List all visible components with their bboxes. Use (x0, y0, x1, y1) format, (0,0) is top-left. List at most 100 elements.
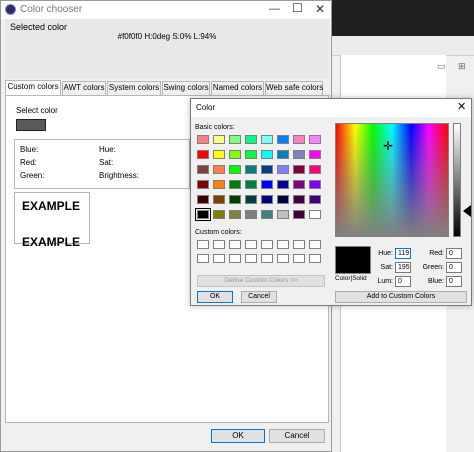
basic-color-swatch[interactable] (245, 195, 257, 204)
close-icon[interactable]: ✕ (315, 2, 325, 16)
basic-color-swatch[interactable] (213, 180, 225, 189)
basic-color-swatch[interactable] (293, 135, 305, 144)
tab-system-colors[interactable]: System colors (107, 81, 161, 95)
luminosity-slider[interactable] (453, 123, 461, 237)
minimize-view-icon[interactable]: ▭ (437, 61, 446, 72)
basic-color-swatch[interactable] (277, 150, 289, 159)
basic-color-swatch[interactable] (197, 180, 209, 189)
basic-color-swatch[interactable] (213, 210, 225, 219)
basic-color-swatch[interactable] (309, 135, 321, 144)
basic-color-swatch[interactable] (197, 195, 209, 204)
basic-color-swatch[interactable] (197, 150, 209, 159)
dialog-cancel-button[interactable]: Cancel (241, 291, 277, 303)
custom-color-swatch[interactable] (229, 254, 241, 263)
custom-color-swatch[interactable] (293, 254, 305, 263)
tab-web-safe-colors[interactable]: Web safe colors (265, 81, 323, 95)
green-input[interactable]: 0 (446, 262, 462, 273)
ok-button[interactable]: OK (211, 429, 265, 443)
select-color-button[interactable] (16, 119, 46, 131)
basic-color-swatch[interactable] (261, 135, 273, 144)
crosshair-icon[interactable]: ✛ (383, 140, 393, 152)
minimize-icon[interactable]: — (269, 3, 280, 15)
basic-color-swatch[interactable] (261, 180, 273, 189)
basic-color-swatch[interactable] (293, 180, 305, 189)
custom-color-swatch[interactable] (277, 240, 289, 249)
custom-color-swatch[interactable] (245, 254, 257, 263)
sat-input[interactable]: 195 (395, 262, 411, 273)
sat-field-label: Sat: (380, 264, 393, 271)
tab-awt-colors[interactable]: AWT colors (62, 81, 106, 95)
luminosity-arrow-icon[interactable] (463, 205, 471, 217)
custom-color-swatch[interactable] (277, 254, 289, 263)
selected-color-value: #f0f0f0 H:0deg S:0% L:94% (117, 32, 217, 41)
custom-color-swatch[interactable] (213, 240, 225, 249)
custom-color-swatch[interactable] (245, 240, 257, 249)
basic-color-swatch[interactable] (277, 195, 289, 204)
tab-swing-colors[interactable]: Swing colors (162, 81, 210, 95)
custom-color-swatch[interactable] (229, 240, 241, 249)
basic-color-swatch[interactable] (229, 210, 241, 219)
custom-color-swatch[interactable] (293, 240, 305, 249)
basic-color-swatch[interactable] (245, 180, 257, 189)
custom-color-swatch[interactable] (197, 240, 209, 249)
close-icon[interactable]: ✕ (457, 100, 466, 113)
custom-color-swatch[interactable] (261, 254, 273, 263)
blue-field-label: Blue: (428, 278, 444, 285)
basic-color-swatch[interactable] (277, 165, 289, 174)
basic-color-swatch[interactable] (293, 195, 305, 204)
basic-color-swatch[interactable] (277, 210, 289, 219)
basic-color-swatch[interactable] (229, 165, 241, 174)
basic-color-swatch[interactable] (213, 135, 225, 144)
tab-custom-colors[interactable]: Custom colors (5, 80, 61, 96)
basic-color-swatch[interactable] (293, 150, 305, 159)
basic-color-swatch[interactable] (293, 210, 305, 219)
basic-color-swatch[interactable] (197, 165, 209, 174)
maximize-icon[interactable]: ☐ (292, 1, 303, 15)
basic-color-swatch[interactable] (197, 135, 209, 144)
basic-color-swatch[interactable] (309, 195, 321, 204)
basic-color-swatch[interactable] (293, 165, 305, 174)
red-input[interactable]: 0 (446, 248, 462, 259)
dialog-ok-button[interactable]: OK (197, 291, 233, 303)
custom-color-swatch[interactable] (309, 240, 321, 249)
basic-color-swatch[interactable] (229, 180, 241, 189)
lum-field-label: Lum: (377, 278, 393, 285)
blue-input[interactable]: 0 (446, 276, 462, 287)
basic-color-swatch[interactable] (309, 150, 321, 159)
example-text-1: EXAMPLE (22, 199, 81, 213)
basic-color-swatch[interactable] (309, 180, 321, 189)
basic-color-swatch[interactable] (261, 150, 273, 159)
basic-color-swatch[interactable] (213, 165, 225, 174)
basic-color-swatch[interactable] (245, 150, 257, 159)
basic-color-swatch[interactable] (277, 135, 289, 144)
chooser-title: Color chooser (20, 4, 83, 15)
basic-color-swatch[interactable] (277, 180, 289, 189)
basic-color-swatch[interactable] (229, 135, 241, 144)
basic-color-swatch[interactable] (229, 150, 241, 159)
custom-color-swatch[interactable] (197, 254, 209, 263)
basic-color-swatch[interactable] (245, 165, 257, 174)
basic-color-swatch[interactable] (213, 195, 225, 204)
hue-input[interactable]: 119 (395, 248, 411, 259)
basic-color-swatch[interactable] (213, 150, 225, 159)
basic-color-swatch[interactable] (309, 210, 321, 219)
custom-color-swatch[interactable] (261, 240, 273, 249)
add-to-custom-colors-button[interactable]: Add to Custom Colors (335, 291, 467, 303)
tab-named-colors[interactable]: Named colors (211, 81, 264, 95)
custom-color-swatch[interactable] (213, 254, 225, 263)
basic-color-swatch[interactable] (309, 165, 321, 174)
basic-color-swatch[interactable] (261, 165, 273, 174)
cancel-button[interactable]: Cancel (269, 429, 325, 443)
lum-input[interactable]: 0 (395, 276, 411, 287)
basic-color-swatch[interactable] (229, 195, 241, 204)
color-spectrum[interactable]: ✛ (335, 123, 449, 237)
color-dialog: Color ✕ Basic colors: Custom colors: Def… (190, 98, 472, 306)
basic-color-swatch[interactable] (195, 208, 211, 221)
define-custom-colors-button[interactable]: Define Custom Colors >> (197, 275, 325, 287)
outline-view-icon[interactable]: ⊞ (458, 61, 466, 72)
basic-color-swatch[interactable] (245, 210, 257, 219)
basic-color-swatch[interactable] (245, 135, 257, 144)
basic-color-swatch[interactable] (261, 195, 273, 204)
basic-color-swatch[interactable] (261, 210, 273, 219)
custom-color-swatch[interactable] (309, 254, 321, 263)
